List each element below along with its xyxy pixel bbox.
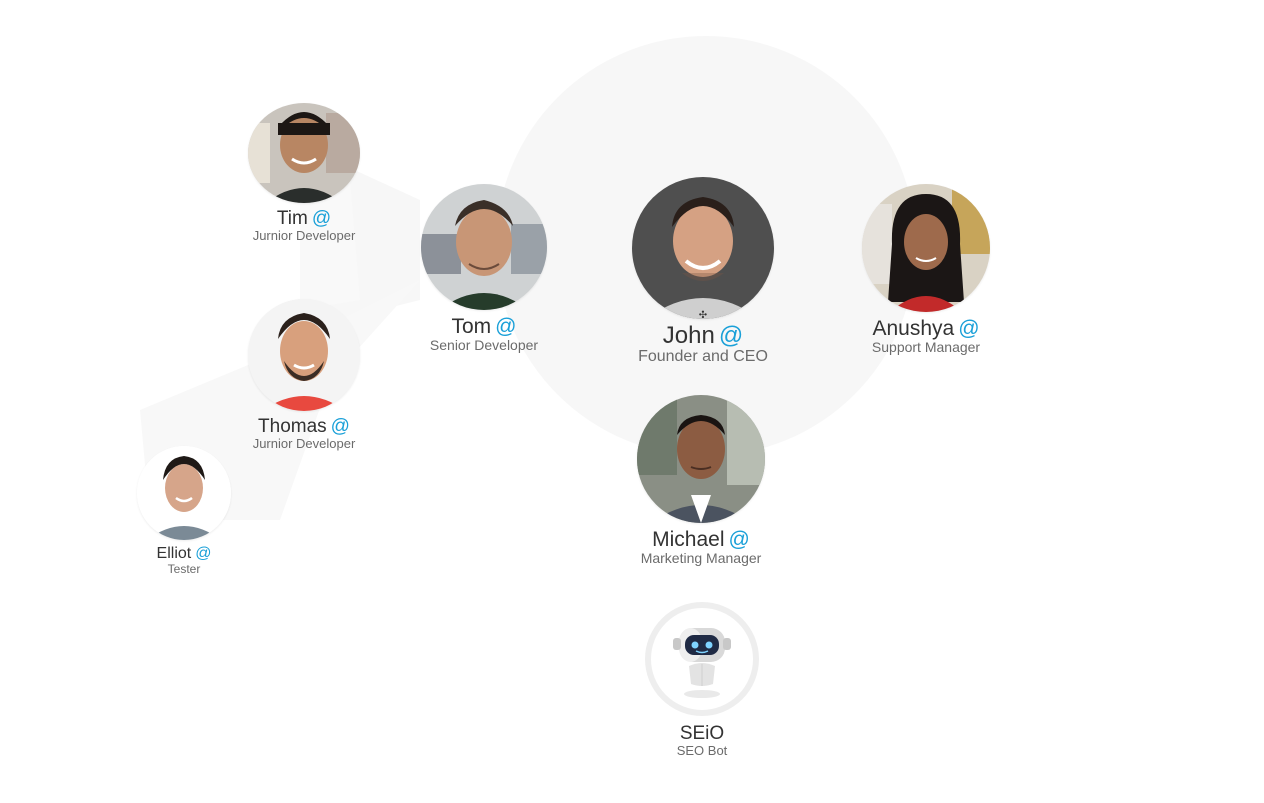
at-icon[interactable]: @ — [719, 322, 743, 349]
member-name-seio: SEiO — [679, 723, 725, 744]
member-tim[interactable]: Tim @ Jurnior Developer — [234, 103, 374, 243]
member-name-tim: Tim — [276, 208, 308, 229]
member-role-seio: SEO Bot — [676, 742, 728, 758]
member-anushya[interactable]: Anushya @ Support Manager — [846, 184, 1006, 355]
member-seio[interactable]: SEiO SEO Bot — [632, 602, 772, 758]
member-name-anushya: Anushya — [872, 317, 955, 340]
at-icon[interactable]: @ — [195, 545, 211, 562]
avatar-michael[interactable] — [637, 395, 765, 523]
member-role-john: Founder and CEO — [638, 348, 768, 366]
member-name-thomas: Thomas — [258, 416, 327, 437]
avatar-john[interactable]: ✣ — [632, 177, 774, 319]
member-michael[interactable]: Michael @ Marketing Manager — [626, 395, 776, 566]
member-name-michael: Michael — [652, 528, 725, 551]
at-icon[interactable]: @ — [312, 208, 331, 229]
avatar-tom[interactable] — [421, 184, 547, 310]
at-icon[interactable]: @ — [331, 416, 350, 437]
portrait-michael — [637, 395, 765, 523]
portrait-thomas — [248, 299, 360, 411]
member-name-tom: Tom — [451, 315, 492, 338]
avatar-elliot[interactable] — [137, 446, 231, 540]
avatar-thomas[interactable] — [248, 299, 360, 411]
org-chart: Tim @ Jurnior Developer Tom @ Senior Devel… — [0, 0, 1264, 803]
portrait-anushya — [862, 184, 990, 312]
member-role-michael: Marketing Manager — [640, 550, 762, 567]
portrait-john — [632, 177, 774, 319]
member-thomas[interactable]: Thomas @ Jurnior Developer — [234, 299, 374, 451]
member-role-tim: Jurnior Developer — [252, 227, 356, 243]
member-tom[interactable]: Tom @ Senior Developer — [414, 184, 554, 353]
portrait-tim — [248, 103, 360, 203]
robot-icon — [673, 628, 731, 698]
avatar-seio[interactable] — [645, 602, 759, 716]
portrait-elliot — [137, 446, 231, 540]
at-icon[interactable]: @ — [958, 317, 979, 340]
member-john[interactable]: ✣ John @ Founder and CEO — [618, 177, 788, 366]
member-role-elliot: Tester — [167, 561, 201, 576]
member-role-anushya: Support Manager — [871, 339, 981, 356]
member-role-tom: Senior Developer — [429, 337, 539, 354]
move-crosshair-icon[interactable]: ✣ — [699, 311, 707, 320]
avatar-tim[interactable] — [248, 103, 360, 203]
avatar-anushya[interactable] — [862, 184, 990, 312]
portrait-tom — [421, 184, 547, 310]
member-name-elliot: Elliot — [156, 545, 192, 562]
at-icon[interactable]: @ — [495, 315, 516, 338]
member-role-thomas: Jurnior Developer — [252, 435, 356, 451]
at-icon[interactable]: @ — [729, 528, 750, 551]
member-name-john: John — [662, 322, 715, 349]
member-elliot[interactable]: Elliot @ Tester — [134, 446, 234, 576]
